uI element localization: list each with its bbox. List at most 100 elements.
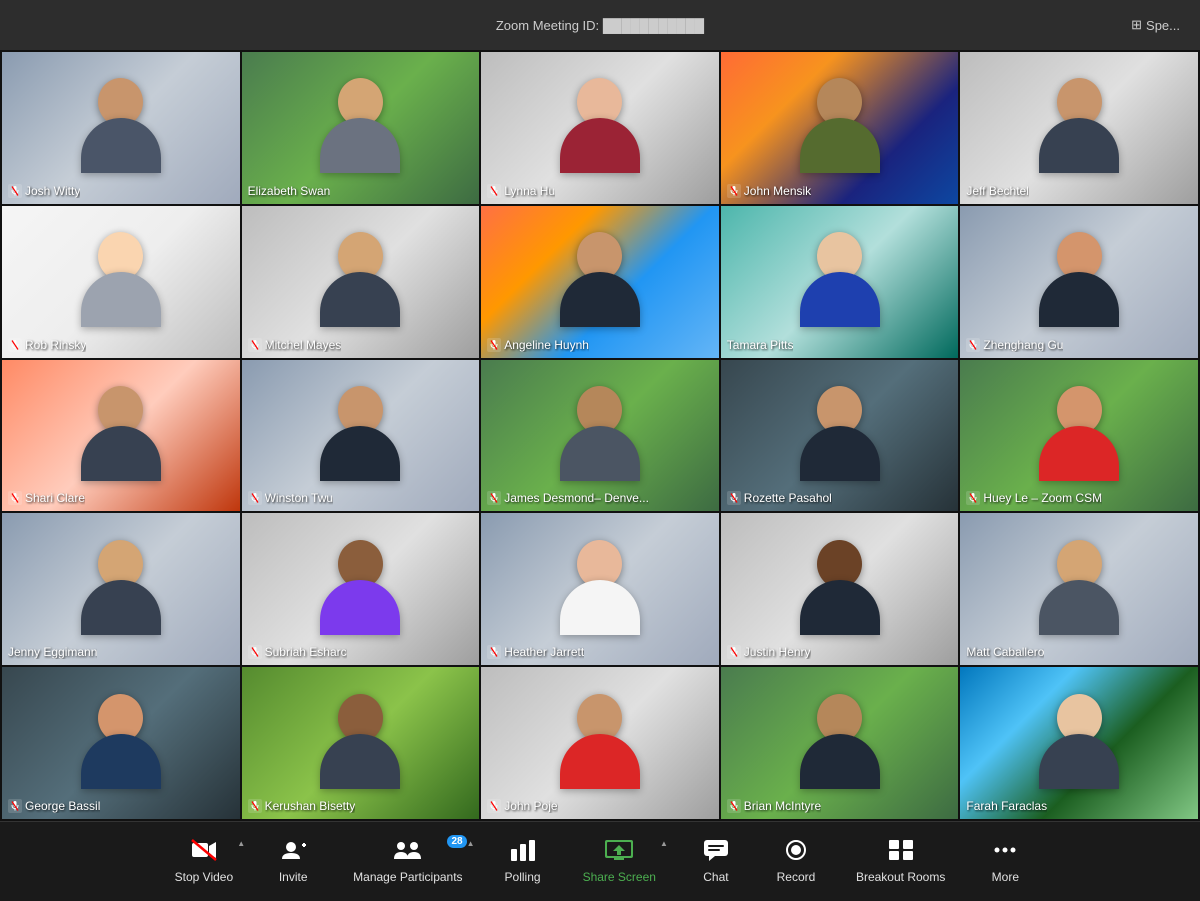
video-cell-10: Zhenghang Gu <box>960 206 1198 358</box>
mic-off-icon-3 <box>487 184 501 198</box>
mic-off-icon-19 <box>727 645 741 659</box>
mic-off-icon-23 <box>487 799 501 813</box>
share-screen-caret[interactable]: ▲ <box>660 839 668 848</box>
participant-name-12: Winston Twu <box>248 491 333 505</box>
mic-off-icon-7 <box>248 338 262 352</box>
mic-off-icon-11 <box>8 491 22 505</box>
video-cell-5: Jeff Bechtel <box>960 52 1198 204</box>
invite-label: Invite <box>279 870 308 884</box>
more-label: More <box>992 870 1019 884</box>
participant-name-17: Subriah Esharc <box>248 645 347 659</box>
participant-name-3: Lynna Hu <box>487 184 555 198</box>
video-grid: Josh Witty Elizabeth Swan Lynna Hu John M… <box>0 50 1200 821</box>
participant-name-7: Mitchel Mayes <box>248 338 342 352</box>
chat-icon <box>703 839 729 865</box>
mic-off-icon-10 <box>966 338 980 352</box>
record-label: Record <box>777 870 816 884</box>
breakout-rooms-label: Breakout Rooms <box>856 870 945 884</box>
video-cell-2: Elizabeth Swan <box>242 52 480 204</box>
video-cell-15: Huey Le – Zoom CSM <box>960 360 1198 512</box>
video-cell-9: Tamara Pitts <box>721 206 959 358</box>
video-cell-14: Rozette Pasahol <box>721 360 959 512</box>
participant-name-19: Justin Henry <box>727 645 811 659</box>
mic-off-icon-21 <box>8 799 22 813</box>
manage-participants-label: Manage Participants <box>353 870 462 884</box>
participant-name-22: Kerushan Bisetty <box>248 799 356 813</box>
participant-name-21: George Bassil <box>8 799 100 813</box>
participant-name-1: Josh Witty <box>8 184 80 198</box>
meeting-id-label: Zoom Meeting ID: <box>496 18 599 33</box>
mic-off-icon-1 <box>8 184 22 198</box>
participant-name-23: John Poje <box>487 799 557 813</box>
video-cell-21: George Bassil <box>2 667 240 819</box>
participant-name-11: Shari Clare <box>8 491 85 505</box>
participant-name-14: Rozette Pasahol <box>727 491 832 505</box>
breakout-rooms-button[interactable]: Breakout Rooms <box>836 831 965 892</box>
participant-name-15: Huey Le – Zoom CSM <box>966 491 1102 505</box>
polling-button[interactable]: Polling <box>483 831 563 892</box>
toolbar: ▲ Stop Video Invite ▲ 28 <box>0 821 1200 901</box>
manage-participants-icon <box>393 839 423 865</box>
mic-off-icon-13 <box>487 491 501 505</box>
manage-participants-button[interactable]: ▲ 28 Manage Participants <box>333 831 482 892</box>
participant-name-20: Matt Caballero <box>966 645 1044 659</box>
top-bar: Zoom Meeting ID: ███████████ ⊞ Spe... <box>0 0 1200 50</box>
video-cell-25: Farah Faraclas <box>960 667 1198 819</box>
video-cell-24: Brian McIntyre <box>721 667 959 819</box>
invite-button[interactable]: Invite <box>253 831 333 892</box>
participant-name-2: Elizabeth Swan <box>248 184 331 198</box>
video-cell-4: John Mensik <box>721 52 959 204</box>
video-cell-8: Angeline Huynh <box>481 206 719 358</box>
participant-name-18: Heather Jarrett <box>487 645 584 659</box>
share-screen-icon <box>604 839 634 865</box>
mic-off-icon-6 <box>8 338 22 352</box>
participant-name-9: Tamara Pitts <box>727 338 794 352</box>
mic-off-icon-4 <box>727 184 741 198</box>
record-button[interactable]: Record <box>756 831 836 892</box>
video-cell-7: Mitchel Mayes <box>242 206 480 358</box>
video-cell-18: Heather Jarrett <box>481 513 719 665</box>
speaker-mode: ⊞ Spe... <box>1131 17 1180 33</box>
invite-icon <box>280 839 306 865</box>
mic-off-icon-15 <box>966 491 980 505</box>
mic-off-icon-8 <box>487 338 501 352</box>
stop-video-label: Stop Video <box>175 870 234 884</box>
breakout-rooms-icon <box>888 839 914 865</box>
stop-video-caret[interactable]: ▲ <box>237 839 245 848</box>
participant-name-6: Rob Rinsky <box>8 338 86 352</box>
video-cell-19: Justin Henry <box>721 513 959 665</box>
participant-name-8: Angeline Huynh <box>487 338 589 352</box>
participant-name-24: Brian McIntyre <box>727 799 821 813</box>
video-cell-20: Matt Caballero <box>960 513 1198 665</box>
video-cell-23: John Poje <box>481 667 719 819</box>
video-cell-3: Lynna Hu <box>481 52 719 204</box>
mic-off-icon-18 <box>487 645 501 659</box>
participant-name-5: Jeff Bechtel <box>966 184 1028 198</box>
video-cell-11: Shari Clare <box>2 360 240 512</box>
stop-video-button[interactable]: ▲ Stop Video <box>155 831 254 892</box>
participants-caret[interactable]: ▲ <box>467 839 475 848</box>
chat-button[interactable]: Chat <box>676 831 756 892</box>
record-icon <box>783 839 809 865</box>
participant-name-13: James Desmond– Denve... <box>487 491 649 505</box>
mic-off-icon-14 <box>727 491 741 505</box>
mic-off-icon-17 <box>248 645 262 659</box>
chat-label: Chat <box>703 870 728 884</box>
more-button[interactable]: More <box>965 831 1045 892</box>
stop-video-icon <box>191 839 217 865</box>
video-cell-17: Subriah Esharc <box>242 513 480 665</box>
video-cell-6: Rob Rinsky <box>2 206 240 358</box>
participant-name-25: Farah Faraclas <box>966 799 1047 813</box>
mic-off-icon-24 <box>727 799 741 813</box>
video-cell-12: Winston Twu <box>242 360 480 512</box>
share-screen-button[interactable]: ▲ Share Screen <box>563 831 676 892</box>
polling-icon <box>510 839 536 865</box>
video-cell-22: Kerushan Bisetty <box>242 667 480 819</box>
polling-label: Polling <box>505 870 541 884</box>
video-cell-1: Josh Witty <box>2 52 240 204</box>
mic-off-icon-22 <box>248 799 262 813</box>
video-cell-13: James Desmond– Denve... <box>481 360 719 512</box>
participant-name-4: John Mensik <box>727 184 811 198</box>
participants-badge: 28 <box>447 835 466 848</box>
video-cell-16: Jenny Eggimann <box>2 513 240 665</box>
